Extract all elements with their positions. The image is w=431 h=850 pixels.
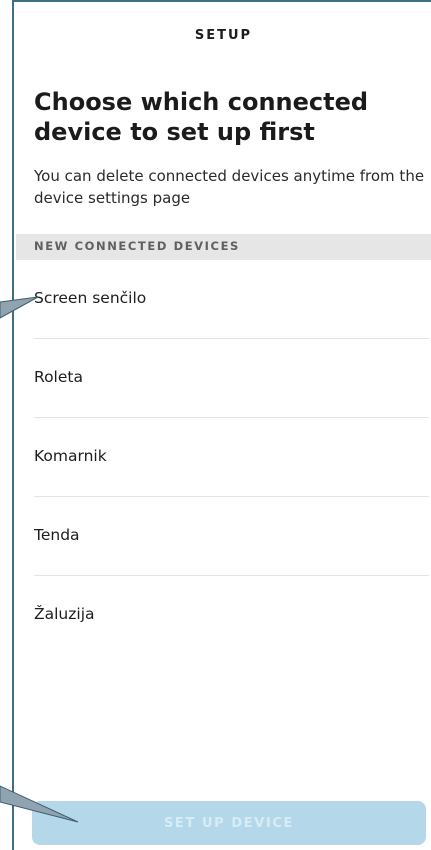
device-list: Screen senčilo Roleta Komarnik Tenda Žal…: [16, 260, 431, 655]
device-item-roleta[interactable]: Roleta: [16, 339, 431, 418]
device-item-komarnik[interactable]: Komarnik: [16, 418, 431, 497]
app-frame: SETUP Choose which connected device to s…: [0, 0, 431, 850]
header-title: SETUP: [194, 28, 253, 43]
page-title: Choose which connected device to set up …: [34, 88, 369, 146]
device-item-screen-sencilo[interactable]: Screen senčilo: [16, 260, 431, 339]
device-item-label: Screen senčilo: [34, 289, 147, 307]
device-item-label: Komarnik: [34, 447, 107, 465]
device-item-zaluzija[interactable]: Žaluzija: [16, 576, 431, 655]
set-up-device-button[interactable]: SET UP DEVICE: [32, 801, 426, 845]
device-item-label: Roleta: [34, 368, 83, 386]
setup-screen: SETUP Choose which connected device to s…: [12, 0, 431, 850]
section-header: NEW CONNECTED DEVICES: [16, 234, 431, 260]
device-item-label: Tenda: [34, 526, 80, 544]
section-header-label: NEW CONNECTED DEVICES: [34, 239, 240, 253]
device-item-label: Žaluzija: [34, 605, 95, 623]
page-subtitle: You can delete connected devices anytime…: [34, 167, 425, 207]
device-item-tenda[interactable]: Tenda: [16, 497, 431, 576]
